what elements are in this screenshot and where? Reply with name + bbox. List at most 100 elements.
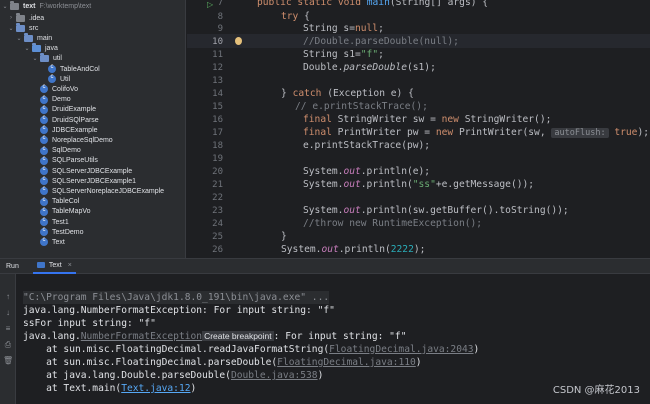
tree-item-label: SQLServerJDBCExample1 [52,177,137,185]
class-icon [40,125,48,135]
code-line-20: System.out.println(e); [303,166,431,177]
class-icon [40,197,48,206]
close-icon[interactable]: × [68,262,72,269]
chevron-down-icon[interactable]: ⌄ [8,24,14,32]
tree-item-label: src [29,24,39,32]
run-gutter-icon[interactable]: ▷ [207,0,213,9]
code-line-26: System.out.println(2222); [281,244,426,255]
stack-trace-link[interactable]: FloatingDecimal.java:2043 [329,344,473,355]
line-number[interactable]: 26 [212,243,223,257]
chevron-down-icon[interactable]: ⌄ [24,45,30,53]
class-icon [40,146,48,155]
code-line-21: System.out.println("ss"+e.getMessage()); [303,179,535,190]
stack-trace-link[interactable]: Double.java:538 [231,370,318,381]
class-icon [40,176,48,186]
folder-icon [16,12,25,22]
console-text: at sun.misc.FloatingDecimal.parseDouble( [23,357,278,368]
line-number[interactable]: 7 [218,0,223,10]
tree-item-label: Demo [52,96,71,104]
soft-wrap-icon[interactable]: ≡ [3,324,13,334]
console-line: at Text.main(Text.java:12) [23,382,196,395]
tree-item-label: .idea [29,14,45,22]
code-line-9: String s=null; [303,23,384,34]
class-icon [40,166,48,175]
class-icon [40,95,48,104]
line-number[interactable]: 25 [212,230,223,244]
line-number[interactable]: 13 [212,74,223,88]
line-number[interactable]: 17 [212,126,223,140]
console-line: at sun.misc.FloatingDecimal.parseDouble(… [23,356,421,369]
tree-root-path: F:\worktemp\text [39,2,92,10]
line-number[interactable]: 20 [212,165,223,179]
line-number[interactable]: 11 [212,48,223,62]
create-breakpoint-button[interactable]: Create breakpoint [202,331,274,341]
console-line: at sun.misc.FloatingDecimal.readJavaForm… [23,343,479,356]
tree-item[interactable]: Text [0,236,65,248]
tree-item-label: Text [52,238,65,246]
line-number[interactable]: 14 [212,87,223,101]
chevron-down-icon[interactable]: ⌄ [16,34,22,42]
line-number[interactable]: 9 [218,22,223,36]
console-text: ) [190,383,197,394]
trash-icon[interactable]: 🗑 [3,356,13,366]
line-number[interactable]: 19 [212,152,223,166]
line-number[interactable]: 18 [212,139,223,153]
console-text: ) [317,370,324,381]
console-line: at java.lang.Double.parseDouble(Double.j… [23,369,323,382]
code-line-24: //throw new RuntimeException(); [303,218,483,229]
class-icon [40,84,48,94]
line-number[interactable]: 12 [212,61,223,75]
tree-item-label: SQLParseUtils [52,157,98,165]
run-tab[interactable]: Text × [32,258,76,274]
line-number[interactable]: 21 [212,178,223,192]
tree-item-label: SQLServerNoreplaceJDBCExample [52,187,165,195]
line-number[interactable]: 16 [212,113,223,127]
class-icon [48,64,56,73]
exception-link[interactable]: NumberFormatException [81,331,202,342]
folder-icon [40,53,49,63]
class-icon [40,105,48,114]
class-icon [40,217,48,226]
project-tree: ⌄ text F:\worktemp\text › .idea ⌄ src ⌄ main ⌄… [0,0,186,258]
line-number[interactable]: 22 [212,191,223,205]
tree-item-label: java [45,45,58,53]
console-text: at sun.misc.FloatingDecimal.readJavaForm… [23,344,330,355]
tree-item-label: DruidSQlParse [52,116,99,124]
code-line-16: final StringWriter sw = new StringWriter… [303,114,552,125]
tree-root[interactable]: ⌄ text F:\worktemp\text [0,0,91,12]
console-line: java.lang.NumberFormatException: For inp… [23,305,335,316]
console-output[interactable]: "C:\Program Files\Java\jdk1.8.0_191\bin\… [17,274,650,404]
print-icon[interactable]: ⎙ [3,340,13,350]
code-editor[interactable]: ▷ 7 8 9 10 11 12 13 14 15 16 17 18 19 20 21 22 23 24 25 26 … [187,0,650,258]
tree-item-label: TableCol [52,198,80,206]
line-number[interactable]: 23 [212,204,223,218]
tree-root-label: text [23,2,36,10]
line-number[interactable]: 15 [212,100,223,114]
line-number[interactable]: 24 [212,217,223,231]
tree-item-label: util [53,55,62,63]
scroll-down-icon[interactable]: ↓ [3,308,13,318]
code-line-18: e.printStackTrace(pw); [303,140,431,151]
stack-trace-link[interactable]: FloatingDecimal.java:110 [277,357,416,368]
chevron-down-icon[interactable]: ⌄ [32,55,38,63]
class-icon [48,74,56,84]
chevron-down-icon[interactable]: ⌄ [2,2,8,10]
tree-item-label: NoreplaceSqlDemo [52,136,113,144]
tree-item-label: TableAndCol [60,65,100,73]
rerun-icon[interactable]: ↑ [3,292,13,302]
code-line-14: } catch (Exception e) { [281,88,414,99]
stack-trace-link[interactable]: Text.java:12 [121,383,190,394]
line-number[interactable]: 10 [212,35,223,49]
chevron-right-icon[interactable]: › [8,14,14,22]
class-icon [40,115,48,124]
lightbulb-icon[interactable] [235,37,242,45]
class-icon [40,156,48,165]
